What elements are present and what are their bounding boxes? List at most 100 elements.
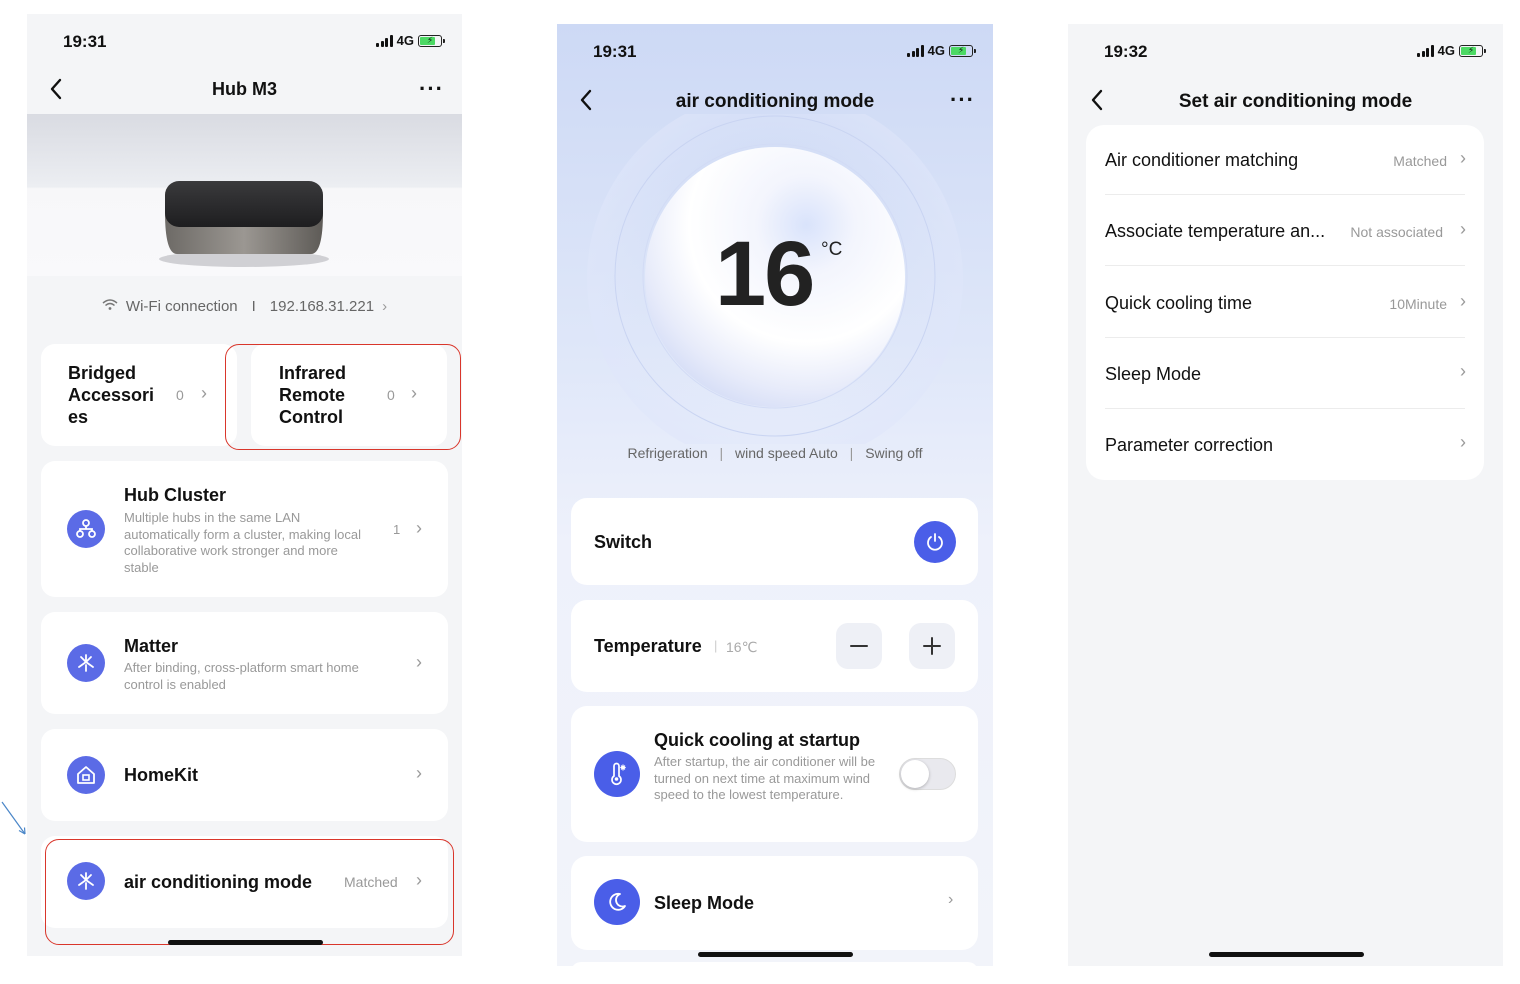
signal-icon: [1417, 44, 1434, 57]
matter-card[interactable]: Matter After binding, cross-platform sma…: [41, 612, 448, 714]
nav-bar: Set air conditioning mode: [1068, 81, 1503, 121]
status-indicators: 4G ⚡: [376, 33, 445, 48]
mode-summary: Refrigeration | wind speed Auto | Swing …: [557, 445, 993, 461]
settings-row-parameter-correction[interactable]: Parameter correction ›: [1086, 410, 1484, 480]
mode-wind-speed: wind speed Auto: [735, 445, 838, 461]
hub-cluster-title: Hub Cluster: [124, 485, 227, 505]
set-ac-mode-screen: 19:32 4G ⚡ Set air conditioning mode Air…: [1068, 24, 1503, 966]
quick-cooling-card: Quick cooling at startup After startup, …: [571, 706, 978, 842]
page-title: Hub M3: [212, 79, 277, 99]
chevron-right-icon: ›: [1460, 219, 1466, 239]
ip-address: 192.168.31.221: [269, 298, 375, 315]
status-time: 19:32: [1104, 42, 1148, 61]
mode-swing: Swing off: [865, 445, 923, 461]
settings-list: Air conditioner matching Matched › Assoc…: [1086, 125, 1484, 480]
network-label: 4G: [1437, 43, 1455, 58]
homekit-card[interactable]: HomeKit ›: [41, 729, 448, 821]
more-icon[interactable]: ···: [950, 87, 975, 113]
increase-temp-button[interactable]: [909, 623, 955, 669]
connection-label: Wi-Fi connection: [125, 298, 238, 315]
chevron-right-icon: ›: [201, 383, 207, 403]
chevron-right-icon: ›: [1460, 361, 1466, 381]
connection-separator: I: [251, 298, 256, 315]
temperature-separator: |: [714, 638, 718, 653]
home-indicator: [698, 952, 853, 957]
hub-m3-screen: 19:31 4G ⚡ Hub M3 ··· Wi-Fi connection I…: [27, 14, 462, 956]
matter-icon: [67, 644, 105, 682]
ac-mode-screen: 19:31 4G ⚡ air conditioning mode ··· 16 …: [557, 24, 993, 966]
next-card-peek: [571, 962, 978, 966]
chevron-right-icon: ›: [416, 652, 422, 672]
hub-cluster-desc: Multiple hubs in the same LAN automatica…: [124, 510, 361, 575]
signal-icon: [907, 44, 924, 57]
settings-row-label: Air conditioner matching: [1105, 150, 1299, 170]
settings-row-associate-temperature[interactable]: Associate temperature an... Not associat…: [1086, 196, 1484, 267]
page-title: air conditioning mode: [675, 91, 875, 112]
settings-row-value: Matched: [1393, 153, 1447, 169]
temperature-card: Temperature | 16℃: [571, 600, 978, 692]
settings-row-value: Not associated: [1350, 224, 1443, 240]
battery-icon: ⚡: [418, 34, 445, 47]
matter-desc: After binding, cross-platform smart home…: [124, 660, 359, 692]
battery-icon: ⚡: [1459, 44, 1486, 57]
chevron-right-icon: ›: [1460, 148, 1466, 168]
settings-row-label: Sleep Mode: [1105, 364, 1202, 384]
connection-row[interactable]: Wi-Fi connection I 192.168.31.221 ›: [27, 298, 462, 315]
status-time: 19:31: [63, 32, 107, 51]
chevron-right-icon: ›: [416, 518, 422, 538]
chevron-right-icon: ›: [416, 763, 422, 783]
mode-refrigeration: Refrigeration: [627, 445, 708, 461]
power-icon: [927, 533, 943, 551]
signal-icon: [376, 34, 393, 47]
settings-row-ac-matching[interactable]: Air conditioner matching Matched ›: [1086, 125, 1484, 196]
settings-row-sleep-mode[interactable]: Sleep Mode ›: [1086, 339, 1484, 410]
mode-separator: |: [719, 445, 724, 461]
status-indicators: 4G ⚡: [1417, 43, 1486, 58]
status-time: 19:31: [593, 42, 637, 61]
settings-row-quick-cooling-time[interactable]: Quick cooling time 10Minute ›: [1086, 267, 1484, 339]
decrease-temp-button[interactable]: [836, 623, 882, 669]
bridged-accessories-count: 0: [176, 387, 184, 403]
thermometer-icon: [594, 751, 640, 797]
homekit-icon: [67, 756, 105, 794]
matter-title: Matter: [124, 636, 179, 656]
sleep-mode-card[interactable]: Sleep Mode ›: [571, 856, 978, 950]
cluster-icon: [67, 510, 105, 548]
sleep-mode-label: Sleep Mode: [654, 893, 755, 913]
home-indicator: [167, 940, 323, 945]
hub-cluster-card[interactable]: Hub Cluster Multiple hubs in the same LA…: [41, 461, 448, 597]
page-title: Set air conditioning mode: [1178, 91, 1413, 112]
minus-icon: [850, 645, 868, 647]
more-icon[interactable]: ···: [419, 76, 444, 102]
hub-device-icon: [159, 181, 329, 267]
temperature-value: 16: [715, 223, 815, 325]
quick-cooling-desc: After startup, the air conditioner will …: [654, 754, 876, 802]
status-bar: 19:31 4G ⚡: [557, 24, 993, 68]
moon-icon: [594, 879, 640, 925]
mode-separator: |: [849, 445, 854, 461]
chevron-right-icon: ›: [382, 298, 388, 315]
battery-icon: ⚡: [949, 44, 976, 57]
bridged-accessories-label: Bridged Accessori es: [68, 363, 155, 427]
chevron-right-icon: ›: [1460, 432, 1466, 452]
chevron-right-icon: ›: [1460, 291, 1466, 311]
home-indicator: [1208, 952, 1364, 957]
status-bar: 19:31 4G ⚡: [27, 14, 462, 58]
network-label: 4G: [396, 33, 414, 48]
arrow-annotation-icon: [1, 801, 26, 835]
plus-icon: [923, 637, 941, 655]
temperature-unit: °C: [821, 239, 843, 260]
status-bar: 19:32 4G ⚡: [1068, 24, 1503, 68]
settings-row-label: Quick cooling time: [1105, 293, 1253, 313]
network-label: 4G: [927, 43, 945, 58]
settings-row-value: 10Minute: [1389, 296, 1447, 312]
wifi-icon: [102, 298, 118, 315]
status-indicators: 4G ⚡: [907, 43, 976, 58]
quick-cooling-toggle[interactable]: [899, 758, 956, 790]
bridged-accessories-card[interactable]: Bridged Accessori es 0 ›: [41, 344, 237, 446]
switch-label: Switch: [594, 532, 653, 552]
device-hero-image: [27, 114, 462, 276]
settings-row-label: Associate temperature an...: [1105, 221, 1326, 241]
switch-card: Switch: [571, 498, 978, 585]
power-button[interactable]: [914, 521, 956, 563]
